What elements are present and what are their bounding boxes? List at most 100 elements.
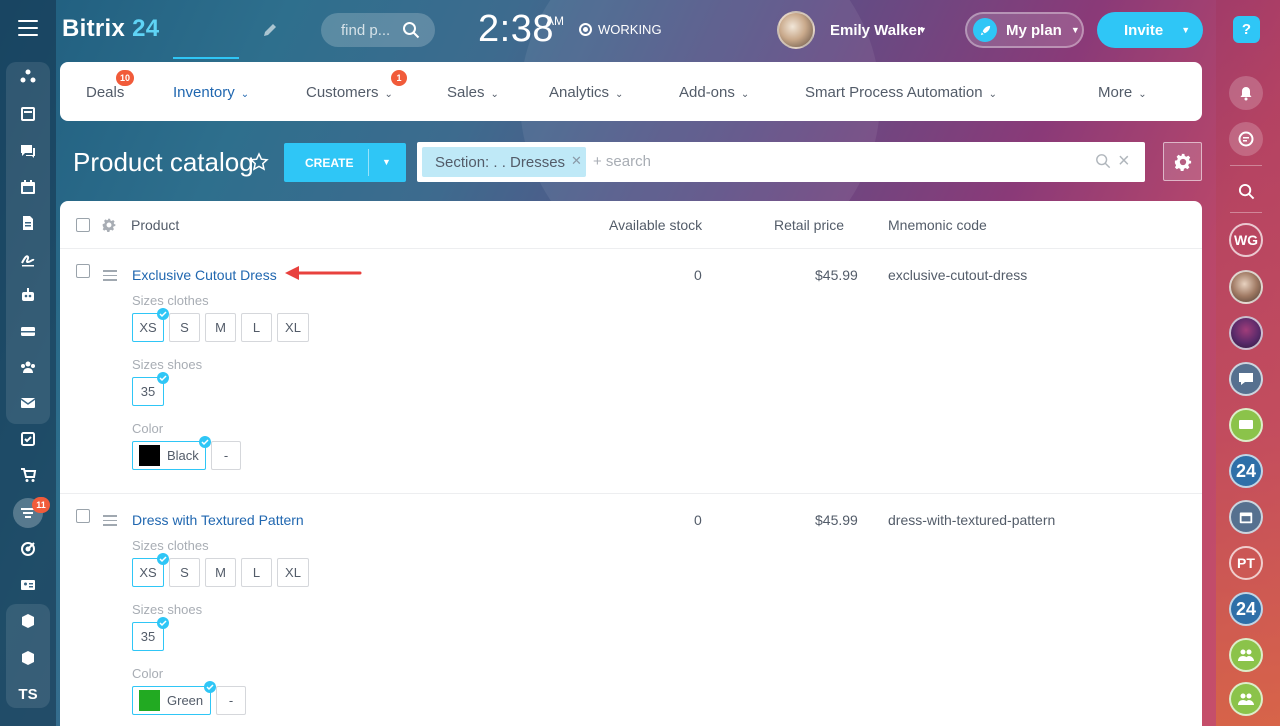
robot-icon[interactable]	[0, 280, 56, 310]
product-link[interactable]: Dress with Textured Pattern	[132, 512, 304, 528]
color-option[interactable]: Black	[132, 436, 211, 470]
shoe-size-option[interactable]: 35	[132, 372, 169, 406]
tab-sales[interactable]: Sales ⌄	[447, 84, 499, 101]
brand-logo[interactable]: Bitrix 24	[62, 15, 159, 43]
size-option[interactable]: XS	[132, 308, 169, 342]
column-header-stock[interactable]: Available stock	[609, 217, 702, 233]
tab-inventory[interactable]: Inventory ⌄	[173, 84, 249, 101]
chat-bubble-icon[interactable]	[1229, 122, 1263, 156]
activity-stream-icon[interactable]	[0, 62, 56, 92]
annotation-arrow-icon	[285, 266, 362, 280]
color-option-empty[interactable]: -	[216, 686, 246, 715]
sidebar-initials[interactable]: TS	[0, 679, 56, 709]
check-icon	[199, 436, 211, 448]
tasks-icon[interactable]	[0, 424, 56, 454]
work-status[interactable]: WORKING	[579, 22, 662, 37]
chevron-down-icon[interactable]: ▼	[382, 157, 391, 167]
filter-chip[interactable]: Section: . . Dresses	[422, 147, 586, 177]
close-icon[interactable]: ✕	[571, 153, 582, 169]
tab-analytics[interactable]: Analytics ⌄	[549, 84, 623, 101]
contact-avatar-photo[interactable]	[1229, 316, 1263, 350]
row-checkbox[interactable]	[76, 509, 90, 523]
color-option-empty[interactable]: -	[211, 441, 241, 470]
box-icon[interactable]	[0, 606, 56, 636]
tab-smart-process-automation[interactable]: Smart Process Automation ⌄	[805, 84, 997, 101]
group-chat-icon[interactable]	[1229, 362, 1263, 396]
avatar[interactable]	[777, 11, 815, 49]
contact-avatar-photo[interactable]	[1229, 270, 1263, 304]
size-option[interactable]: XS	[132, 553, 169, 587]
clear-icon[interactable]: ×	[1118, 150, 1130, 173]
calendar-icon[interactable]	[1229, 500, 1263, 534]
search-icon[interactable]	[1229, 174, 1263, 208]
column-header-price[interactable]: Retail price	[774, 217, 844, 233]
group-icon[interactable]	[1229, 682, 1263, 716]
size-option[interactable]: XL	[277, 558, 309, 587]
column-header-code[interactable]: Mnemonic code	[888, 217, 987, 233]
chat-icon[interactable]	[0, 136, 56, 166]
cart-icon[interactable]	[0, 460, 56, 490]
contact-avatar[interactable]: WG	[1229, 223, 1263, 257]
select-all-checkbox[interactable]	[76, 218, 90, 232]
color-option[interactable]: Green	[132, 681, 216, 715]
feed-icon[interactable]	[0, 99, 56, 129]
product-table: Product Available stock Retail price Mne…	[60, 201, 1202, 726]
group-icon[interactable]	[0, 352, 56, 382]
chevron-down-icon[interactable]: ▼	[918, 25, 927, 35]
size-option[interactable]: L	[241, 558, 272, 587]
settings-button[interactable]	[1163, 142, 1202, 181]
document-icon[interactable]	[0, 208, 56, 238]
size-option-label: L	[252, 565, 261, 580]
tab-add-ons[interactable]: Add-ons ⌄	[679, 84, 749, 101]
size-option[interactable]: XL	[277, 313, 309, 342]
create-button[interactable]: CREATE ▼	[284, 143, 406, 182]
user-name[interactable]: Emily Walker	[830, 22, 923, 39]
contact-card-icon[interactable]	[0, 570, 56, 600]
page-title: Product catalog	[73, 147, 254, 177]
size-option[interactable]: S	[169, 558, 200, 587]
bell-icon[interactable]	[1229, 76, 1263, 110]
left-sidebar: 11 TS	[0, 0, 56, 726]
gear-icon[interactable]	[102, 218, 116, 232]
mail-icon[interactable]	[0, 388, 56, 418]
row-checkbox[interactable]	[76, 264, 90, 278]
box-icon-2[interactable]	[0, 643, 56, 673]
tab-customers[interactable]: Customers ⌄	[306, 84, 393, 101]
drag-handle-icon[interactable]	[103, 515, 117, 526]
drive-icon[interactable]	[0, 316, 56, 346]
size-option[interactable]: L	[241, 313, 272, 342]
search-icon[interactable]	[402, 21, 420, 39]
signature-icon[interactable]	[0, 244, 56, 274]
tab-more[interactable]: More ⌄	[1098, 84, 1147, 101]
filter-search-bar[interactable]: Section: . . Dresses ✕ ×	[417, 142, 1145, 182]
clock-time[interactable]: 2:38	[478, 8, 554, 51]
group-chat-icon[interactable]	[1229, 408, 1263, 442]
rocket-icon	[973, 18, 997, 42]
calendar-icon[interactable]	[0, 172, 56, 202]
my-plan-button[interactable]: My plan ▼	[965, 12, 1084, 48]
column-header-product[interactable]: Product	[131, 217, 179, 233]
menu-icon[interactable]	[18, 20, 38, 38]
target-icon[interactable]	[0, 534, 56, 564]
invite-button[interactable]: Invite ▼	[1097, 12, 1203, 48]
size-option[interactable]: M	[205, 558, 236, 587]
drag-handle-icon[interactable]	[103, 270, 117, 281]
bitrix24-chat-avatar[interactable]: 24	[1229, 592, 1263, 626]
contact-avatar[interactable]: PT	[1229, 546, 1263, 580]
product-link[interactable]: Exclusive Cutout Dress	[132, 267, 277, 283]
size-option[interactable]: M	[205, 313, 236, 342]
color-swatch	[139, 445, 160, 466]
pencil-icon[interactable]	[262, 22, 278, 38]
tab-deals[interactable]: Deals	[86, 84, 124, 101]
search-icon[interactable]	[1095, 153, 1111, 169]
chevron-down-icon: ⌄	[1138, 89, 1147, 100]
price-value: $45.99	[815, 267, 858, 283]
group-icon[interactable]	[1229, 638, 1263, 672]
size-option[interactable]: S	[169, 313, 200, 342]
filter-search-input[interactable]	[593, 153, 1073, 170]
bitrix24-chat-avatar[interactable]: 24	[1229, 454, 1263, 488]
shoe-size-option[interactable]: 35	[132, 617, 169, 651]
tab-deals-badge: 10	[116, 70, 135, 86]
help-icon[interactable]: ?	[1233, 16, 1260, 43]
star-icon[interactable]	[249, 152, 269, 172]
